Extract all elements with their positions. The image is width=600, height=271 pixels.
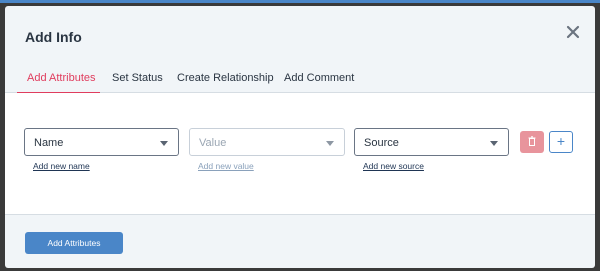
add-attributes-button[interactable]: Add Attributes bbox=[25, 232, 123, 254]
tab-bar: Add Attributes Set Status Create Relatio… bbox=[5, 63, 595, 94]
close-icon[interactable] bbox=[565, 24, 581, 40]
delete-row-button[interactable] bbox=[520, 131, 544, 153]
name-select[interactable]: Name bbox=[24, 128, 179, 156]
modal-header: Add Info bbox=[5, 6, 595, 63]
add-new-source-link[interactable]: Add new source bbox=[363, 161, 424, 171]
chevron-down-icon bbox=[490, 141, 498, 146]
add-new-name-link[interactable]: Add new name bbox=[33, 161, 90, 171]
modal-footer: Add Attributes bbox=[5, 214, 595, 268]
modal-title: Add Info bbox=[25, 29, 82, 45]
tab-add-attributes[interactable]: Add Attributes bbox=[27, 72, 96, 84]
tab-set-status[interactable]: Set Status bbox=[112, 72, 163, 84]
add-info-modal: Add Info Add Attributes Set Status Creat… bbox=[5, 6, 595, 268]
app-top-bar bbox=[0, 0, 600, 3]
source-select[interactable]: Source bbox=[354, 128, 509, 156]
chevron-down-icon bbox=[160, 141, 168, 146]
source-select-value: Source bbox=[364, 137, 399, 149]
trash-icon bbox=[528, 136, 536, 146]
tab-create-relationship[interactable]: Create Relationship bbox=[177, 72, 274, 84]
tab-add-comment[interactable]: Add Comment bbox=[284, 72, 354, 84]
attributes-form: Name Add new name Value Add new value So… bbox=[5, 93, 595, 214]
value-select[interactable]: Value bbox=[189, 128, 345, 156]
add-new-value-link[interactable]: Add new value bbox=[198, 161, 254, 171]
name-select-value: Name bbox=[34, 137, 64, 149]
value-select-placeholder: Value bbox=[199, 137, 227, 149]
chevron-down-icon bbox=[326, 141, 334, 146]
plus-icon: + bbox=[556, 133, 566, 149]
add-row-button[interactable]: + bbox=[549, 131, 573, 153]
